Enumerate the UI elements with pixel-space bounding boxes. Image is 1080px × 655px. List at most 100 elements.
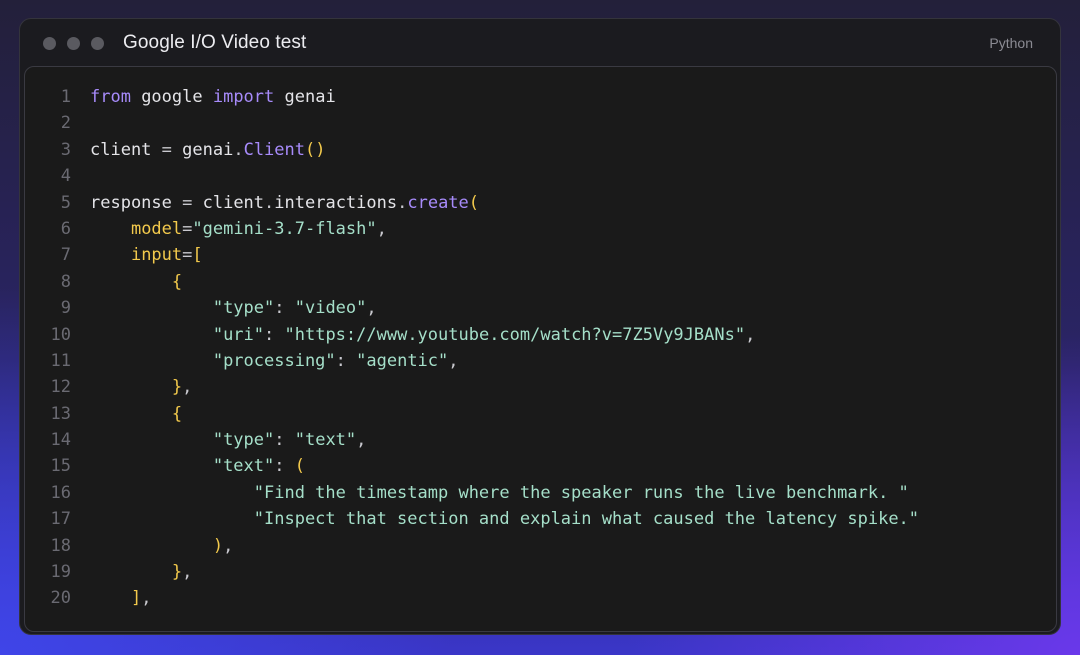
code-token: .: [397, 192, 408, 213]
code-text: "Inspect that section and explain what c…: [90, 506, 919, 532]
code-line: 11 "processing": "agentic",: [25, 348, 1056, 374]
code-token: =: [182, 192, 193, 213]
code-token: ): [212, 535, 224, 556]
code-token: interactions: [274, 192, 398, 213]
code-line: 2: [25, 110, 1056, 136]
code-token: ,: [448, 350, 459, 371]
line-number: 16: [50, 482, 71, 503]
code-line: 3 client = genai.Client(): [25, 137, 1056, 163]
code-text: model="gemini-3.7-flash",: [90, 216, 387, 242]
code-text: input=[: [90, 242, 203, 268]
code-text: response = client.interactions.create(: [90, 190, 479, 216]
code-token: ,: [745, 324, 756, 345]
window-control-dot-icon[interactable]: [67, 37, 80, 50]
title-bar: Google I/O Video test Python: [20, 19, 1060, 65]
line-number: 9: [60, 298, 71, 319]
code-text: {: [90, 401, 182, 427]
code-text: {: [90, 269, 182, 295]
code-text: "text": (: [90, 453, 305, 479]
window-control-dot-icon[interactable]: [43, 37, 56, 50]
code-line: 13 {: [25, 401, 1056, 427]
line-number: 8: [60, 271, 71, 292]
code-token: google: [130, 87, 213, 107]
code-text: "uri": "https://www.youtube.com/watch?v=…: [90, 322, 756, 348]
line-number: 18: [50, 535, 71, 556]
code-line: 17 "Inspect that section and explain wha…: [25, 506, 1056, 532]
code-token: {: [171, 271, 183, 292]
code-line: 14 "type": "text",: [25, 427, 1056, 453]
line-number: 2: [60, 113, 71, 134]
code-text: "type": "text",: [90, 427, 367, 453]
code-token: ,: [141, 588, 152, 609]
code-token: :: [274, 298, 295, 319]
window-control-dot-icon[interactable]: [91, 37, 104, 50]
code-token: "https://www.youtube.com/watch?v=7Z5Vy9J…: [284, 324, 746, 345]
line-number: 20: [50, 588, 71, 609]
code-token: :: [274, 456, 295, 477]
code-token: Client: [243, 139, 305, 160]
code-token: input: [130, 245, 183, 266]
code-token: import: [212, 87, 275, 107]
line-number: 3: [60, 139, 71, 160]
code-line: 8 {: [25, 269, 1056, 295]
line-number: 1: [60, 87, 71, 107]
code-line: 15 "text": (: [25, 453, 1056, 479]
code-token: "video": [294, 298, 367, 319]
line-number: 4: [60, 166, 71, 187]
code-token: from: [90, 87, 131, 107]
code-line: 20 ],: [25, 585, 1056, 611]
line-number: 19: [50, 562, 71, 583]
code-token: ,: [182, 562, 193, 583]
code-token: "processing": [212, 350, 336, 371]
code-token: ,: [376, 218, 387, 239]
code-token: "gemini-3.7-flash": [192, 218, 377, 239]
code-token: }: [171, 377, 183, 398]
code-line: 7 input=[: [25, 242, 1056, 268]
code-token: ]: [130, 588, 142, 609]
code-text: },: [90, 374, 193, 400]
code-token: }: [171, 562, 183, 583]
code-token: .: [264, 192, 275, 213]
code-token: (: [294, 456, 305, 477]
code-token: "type": [212, 298, 275, 319]
code-editor[interactable]: 1 from google import genai 2 3 client = gena…: [24, 66, 1057, 632]
code-line: 9 "type": "video",: [25, 295, 1056, 321]
code-token: .: [233, 139, 244, 160]
code-line: 10 "uri": "https://www.youtube.com/watch…: [25, 322, 1056, 348]
line-number: 17: [50, 509, 71, 530]
line-number: 15: [50, 456, 71, 477]
code-token: =: [161, 139, 172, 160]
line-number: 14: [50, 430, 71, 451]
window-title: Google I/O Video test: [123, 32, 307, 53]
code-token: (: [468, 192, 480, 213]
code-line: 19 },: [25, 559, 1056, 585]
code-text: },: [90, 559, 193, 585]
code-line: 16 "Find the timestamp where the speaker…: [25, 480, 1056, 506]
code-token: {: [171, 403, 183, 424]
line-number: 6: [60, 218, 71, 239]
code-token: genai: [171, 139, 234, 160]
code-text: ),: [90, 533, 234, 559]
line-number: 13: [50, 403, 71, 424]
code-token: "Inspect that section and explain what c…: [253, 509, 920, 530]
code-token: :: [264, 324, 285, 345]
code-token: model: [130, 218, 183, 239]
code-window: Google I/O Video test Python 1 from googl…: [19, 18, 1061, 635]
code-text: from google import genai: [90, 84, 336, 110]
code-line: 5 response = client.interactions.create(: [25, 190, 1056, 216]
code-token: ,: [223, 535, 234, 556]
language-label: Python: [989, 35, 1033, 51]
code-line: 6 model="gemini-3.7-flash",: [25, 216, 1056, 242]
code-token: ,: [356, 430, 367, 451]
